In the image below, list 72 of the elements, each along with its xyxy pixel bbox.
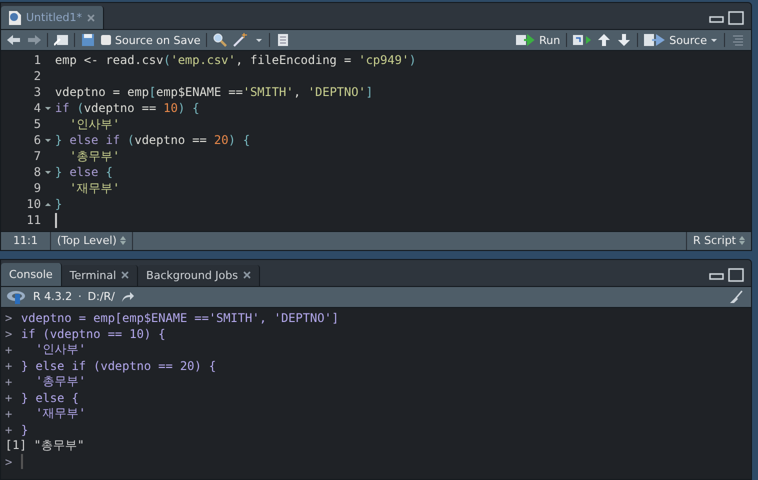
magic-wand-icon[interactable] (233, 33, 250, 47)
cursor-position: 11:1 (13, 234, 38, 248)
notebook-icon[interactable] (276, 33, 290, 47)
code-line: } else if (vdeptno == 20) { (55, 133, 250, 147)
run-icon (516, 33, 536, 47)
command-text: '재무부' (34, 405, 86, 422)
output-text: [1] "총무부" (5, 437, 84, 454)
line-number: 6 (32, 133, 41, 147)
code-line: '총무부' (68, 148, 120, 164)
line-number: 10 (26, 197, 41, 211)
code-line: } (55, 197, 62, 211)
console-tab[interactable]: Console (1, 262, 62, 286)
code-line: '인사부' (68, 116, 120, 132)
source-button[interactable]: Source (644, 33, 718, 47)
console-prompt: + (5, 390, 13, 405)
separator-dot: · (78, 290, 82, 304)
r-version: R 4.3.2 (33, 290, 72, 304)
search-icon[interactable] (213, 33, 228, 47)
command-text: vdeptno = emp[emp$ENAME =='SMITH', 'DEPTNO'] (21, 310, 339, 325)
line-number: 1 (32, 53, 41, 67)
window-buttons-icon[interactable] (709, 268, 745, 282)
source-on-save-checkbox[interactable]: Source on Save (101, 34, 200, 46)
line-number: 2 (32, 69, 41, 83)
console-prompt: + (5, 422, 13, 437)
up-arrow-icon[interactable] (597, 33, 612, 47)
r-logo-icon (7, 290, 27, 304)
popout-window-icon[interactable] (54, 33, 68, 47)
source-icon (644, 33, 666, 47)
line-number: 4 (32, 101, 41, 115)
code-line: } else { (55, 165, 113, 179)
sort-arrows-icon (739, 236, 745, 246)
code-line: if (vdeptno == 10) { (55, 101, 200, 115)
console-prompt: + (5, 358, 13, 373)
command-text: '총무부' (34, 373, 86, 390)
text-cursor (21, 454, 23, 470)
line-number: 3 (32, 85, 41, 99)
command-text: if (vdeptno == 10) { (21, 326, 166, 341)
line-number: 11 (26, 213, 41, 227)
console-prompt: > (5, 454, 13, 469)
command-text: '인사부' (34, 341, 86, 358)
line-number: 9 (32, 181, 41, 195)
r-file-icon (9, 10, 21, 24)
code-line: '재무부' (68, 180, 120, 196)
code-line: emp <- read.csv('emp.csv', fileEncoding = 'cp949') (55, 53, 416, 67)
sort-arrows-icon (120, 236, 126, 246)
console-tab[interactable]: Terminal (62, 264, 138, 286)
command-text: } else { (21, 390, 79, 405)
window-buttons-icon[interactable] (709, 11, 745, 25)
down-arrow-icon[interactable] (617, 33, 632, 47)
line-number: 7 (32, 149, 41, 163)
command-text: } (21, 422, 28, 437)
close-icon[interactable] (242, 271, 251, 280)
console-prompt: + (5, 406, 13, 421)
line-number: 8 (32, 165, 41, 179)
working-directory[interactable]: D:/R/ (88, 290, 115, 304)
close-icon[interactable] (121, 271, 130, 280)
broom-icon[interactable] (729, 290, 745, 304)
console-prompt: + (5, 342, 13, 357)
save-icon[interactable] (81, 33, 95, 47)
console-tab[interactable]: Background Jobs (138, 264, 260, 286)
console-prompt: > (5, 326, 13, 341)
run-button[interactable]: Run (516, 33, 560, 47)
console-prompt: + (5, 374, 13, 389)
line-number: 5 (32, 117, 41, 131)
command-text: } else if (vdeptno == 20) { (21, 358, 216, 373)
console-prompt: > (5, 310, 13, 325)
back-arrow-icon[interactable] (7, 33, 21, 47)
rerun-icon[interactable] (573, 33, 592, 47)
share-arrow-icon[interactable] (120, 290, 135, 304)
scope-selector[interactable]: (Top Level) (51, 232, 133, 250)
code-line: vdeptno = emp[emp$ENAME =='SMITH', 'DEPTNO'] (55, 85, 373, 99)
file-type-selector[interactable]: R Script (686, 232, 751, 250)
